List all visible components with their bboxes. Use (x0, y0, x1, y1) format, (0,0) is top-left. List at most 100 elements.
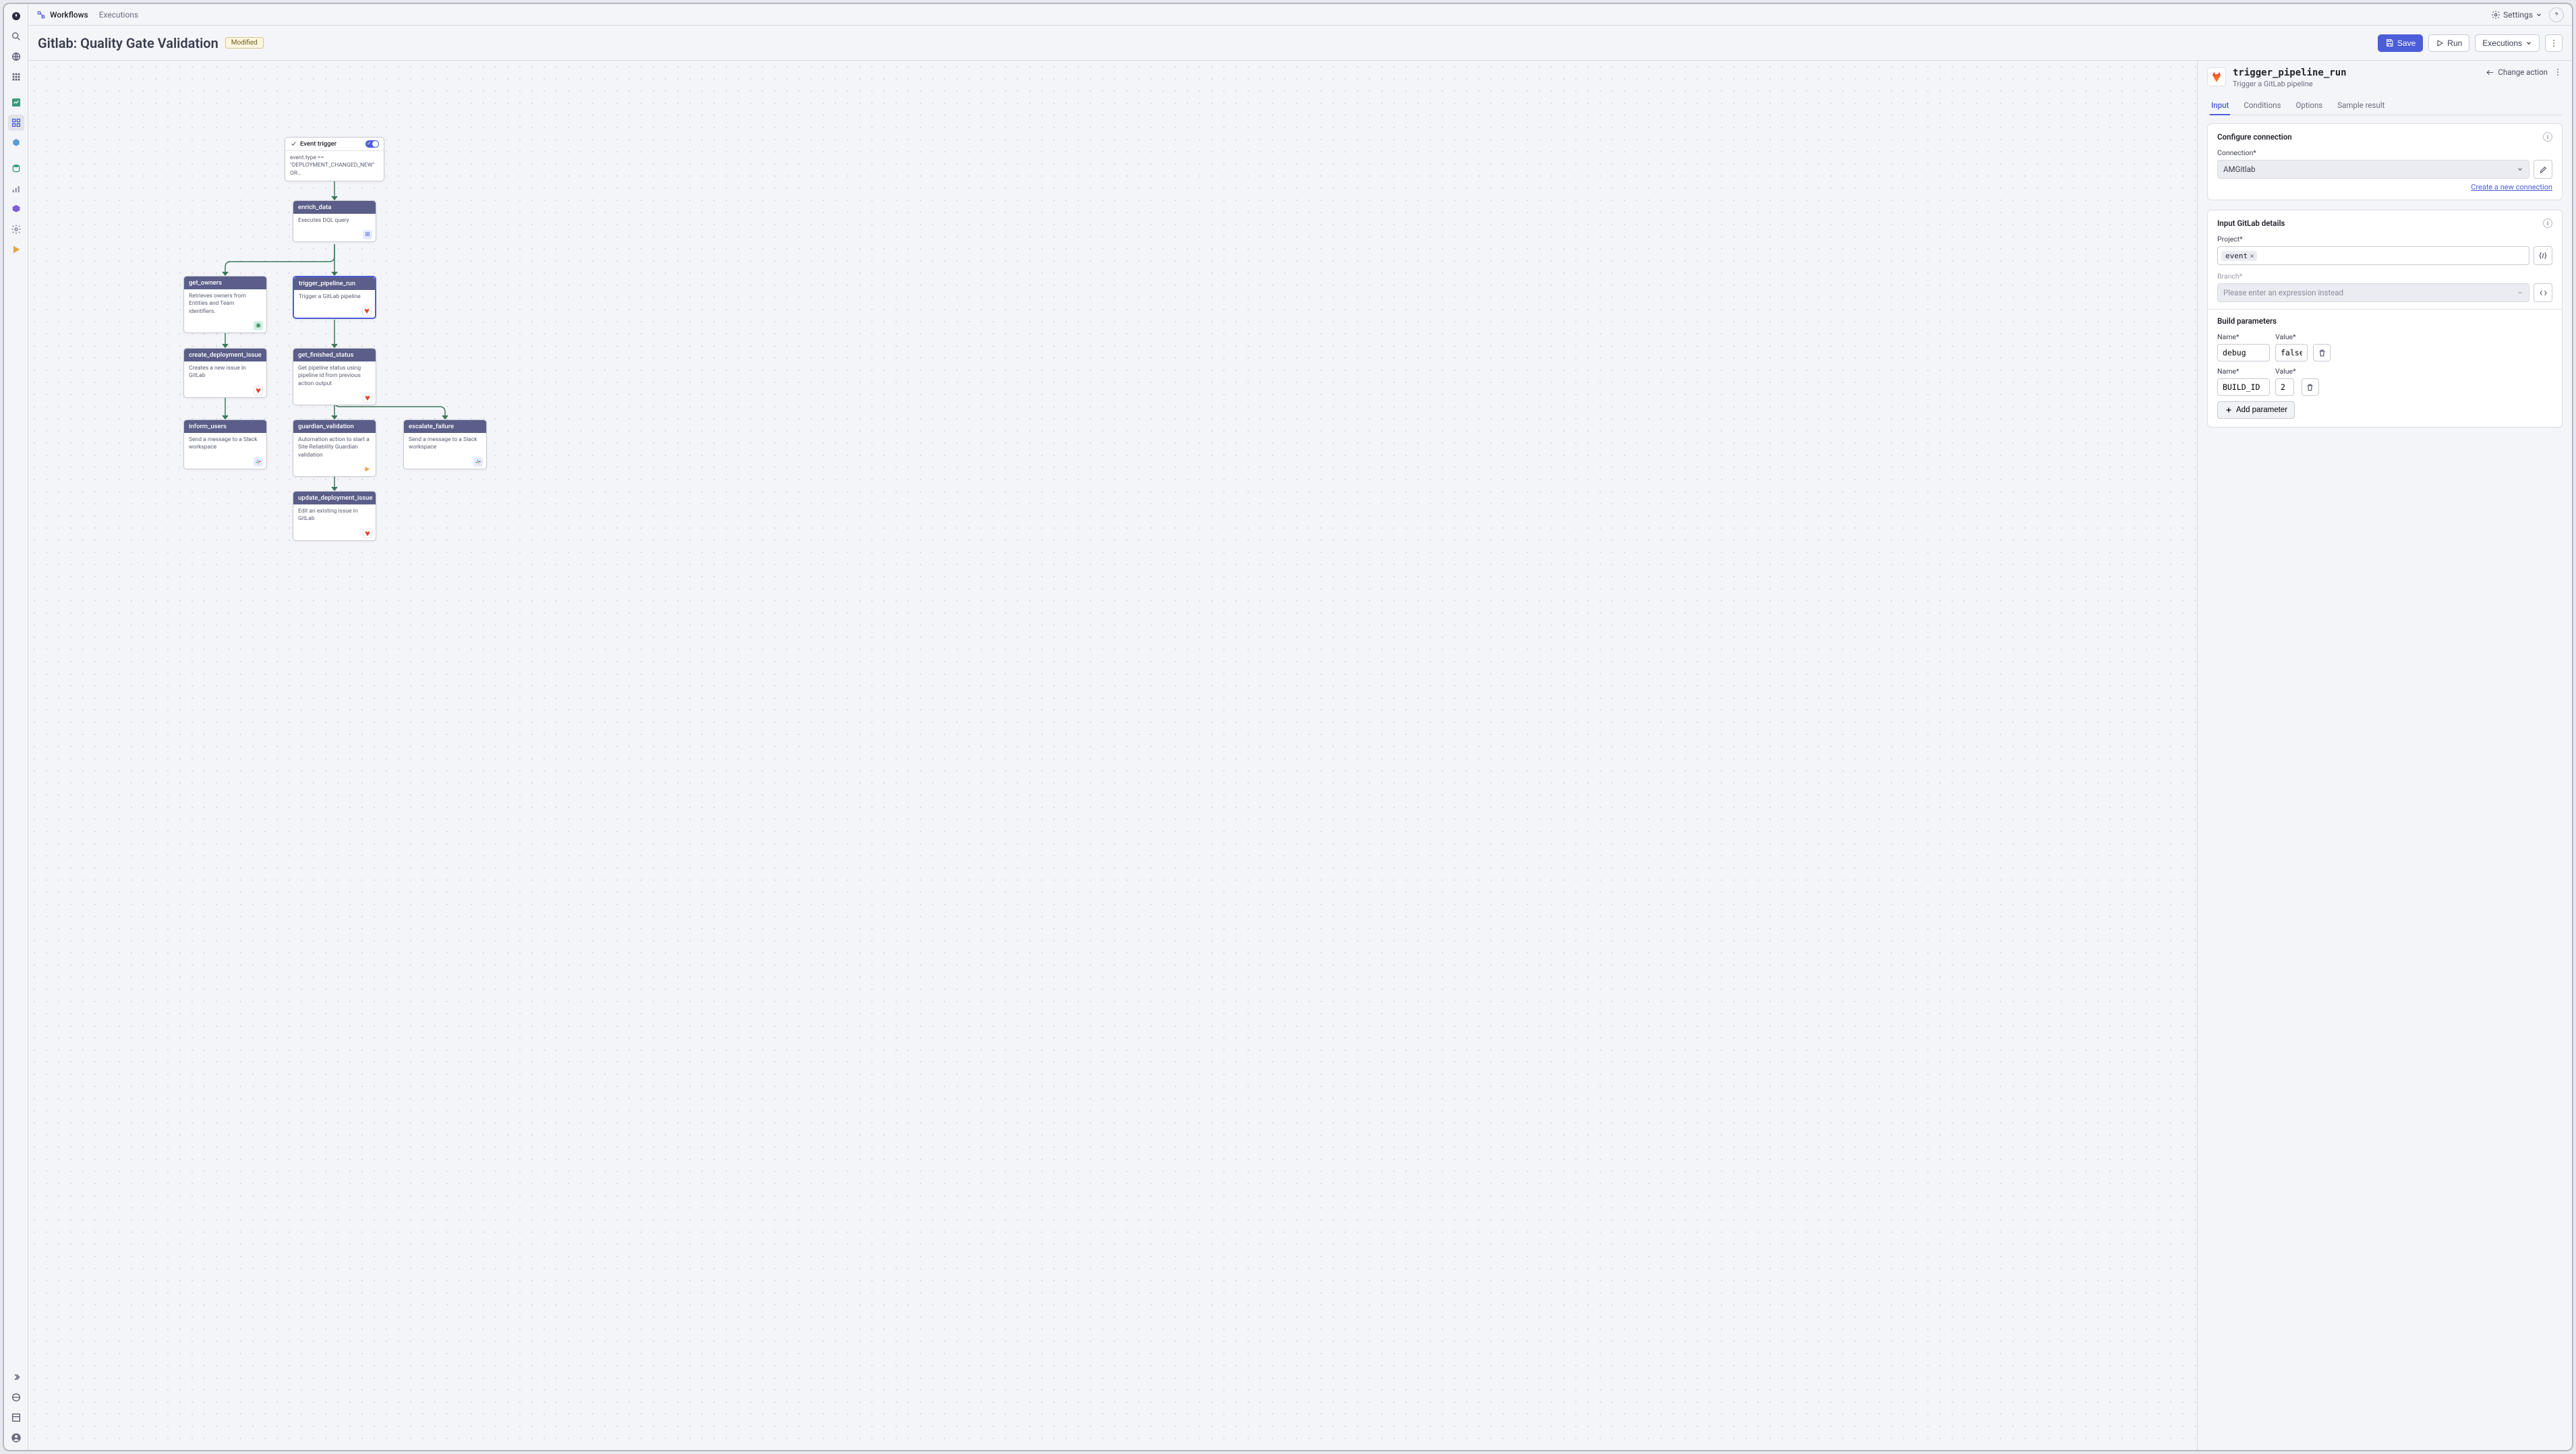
node-create-deployment-issue[interactable]: create_deployment_issue Creates a new is… (183, 348, 267, 398)
node-escalate-failure[interactable]: escalate_failure Send a message to a Sla… (403, 419, 487, 469)
param-value-input-1[interactable] (2275, 378, 2294, 396)
node-head: guardian_validation (293, 420, 376, 433)
param-name-input-0[interactable] (2217, 344, 2270, 361)
node-guardian-validation[interactable]: guardian_validation Automation action to… (293, 419, 376, 477)
param-row-1: Name* Value* (2217, 367, 2552, 396)
node-body: Send a message to a Slack workspace (404, 433, 486, 455)
tab-sample-result[interactable]: Sample result (2336, 96, 2386, 115)
modified-badge: Modified (225, 37, 264, 49)
tab-executions[interactable]: Executions (99, 10, 138, 20)
node-head: get_finished_status (293, 349, 376, 361)
node-body: Send a message to a Slack workspace (184, 433, 266, 455)
project-input[interactable]: event × (2217, 246, 2529, 265)
branch-label: Branch* (2217, 272, 2552, 281)
expand-icon[interactable] (8, 1369, 24, 1385)
node-event-trigger[interactable]: Event trigger ✓ event.type == "DEPLOYMEN… (285, 137, 384, 181)
save-button[interactable]: Save (2378, 34, 2423, 52)
node-body: Retrieves owners from Entities and Team … (184, 289, 266, 319)
workflow-canvas[interactable]: Event trigger ✓ event.type == "DEPLOYMEN… (28, 61, 2197, 1450)
node-update-deployment-issue[interactable]: update_deployment_issue Edit an existing… (293, 491, 376, 541)
settings-button[interactable]: Settings (2491, 10, 2542, 20)
trigger-toggle[interactable]: ✓ (365, 140, 379, 148)
project-label: Project* (2217, 235, 2552, 243)
configure-connection-card: Configure connection i Connection* AMGit… (2207, 123, 2563, 200)
owners-icon: ◉ (254, 321, 263, 330)
node-get-owners[interactable]: get_owners Retrieves owners from Entitie… (183, 276, 267, 333)
node-body: Edit an existing issue in GitLab (293, 504, 376, 527)
apps-icon[interactable] (8, 69, 24, 85)
search-icon[interactable] (8, 28, 24, 45)
create-connection-link[interactable]: Create a new connection (2217, 183, 2552, 192)
delete-param-button-0[interactable] (2313, 344, 2331, 361)
run-button[interactable]: Run (2428, 34, 2469, 52)
tab-workflows[interactable]: Workflows (36, 10, 88, 20)
hex-icon[interactable] (8, 135, 24, 151)
details-title: trigger_pipeline_run (2233, 67, 2347, 78)
param-value-input-0[interactable] (2275, 344, 2308, 361)
node-head: trigger_pipeline_run (294, 277, 375, 290)
edit-connection-button[interactable] (2534, 160, 2552, 179)
tab-input[interactable]: Input (2210, 96, 2230, 115)
node-body: Get pipeline status using pipeline id fr… (293, 361, 376, 391)
delete-param-button-1[interactable] (2302, 378, 2319, 396)
node-inform-users[interactable]: inform_users Send a message to a Slack w… (183, 419, 267, 469)
node-head: get_owners (184, 277, 266, 289)
page-title: Gitlab: Quality Gate Validation (38, 35, 218, 51)
tab-conditions[interactable]: Conditions (2242, 96, 2282, 115)
param-name-label: Name* (2217, 332, 2270, 341)
node-enrich-data[interactable]: enrich_data Executes DQL query ⊞ (293, 200, 376, 242)
connection-select[interactable]: AMGitlab (2217, 160, 2529, 179)
remove-chip-icon[interactable]: × (2250, 252, 2254, 260)
more-menu-button[interactable] (2545, 34, 2563, 52)
details-more-button[interactable] (2553, 67, 2563, 77)
world-icon[interactable] (8, 1389, 24, 1405)
card-title: Configure connection (2217, 132, 2292, 142)
node-head: escalate_failure (404, 420, 486, 433)
gitlab-icon (363, 529, 372, 538)
branch-expression-button[interactable] (2534, 283, 2552, 302)
workflow-edges (28, 61, 2197, 1450)
info-icon[interactable]: i (2543, 219, 2552, 228)
gitlab-app-icon (2207, 67, 2226, 86)
details-tabs: Input Conditions Options Sample result (2207, 96, 2563, 115)
gear-icon[interactable] (8, 221, 24, 237)
gitlab-icon (363, 393, 372, 403)
param-name-label: Name* (2217, 367, 2270, 376)
database-icon[interactable] (8, 161, 24, 177)
card-title: Input GitLab details (2217, 219, 2285, 228)
node-body: Creates a new issue in GitLab (184, 361, 266, 384)
gitlab-icon (362, 306, 372, 316)
guardian-icon: ▶ (363, 465, 372, 474)
node-body: Automation action to start a Site Reliab… (293, 433, 376, 463)
param-name-input-1[interactable] (2217, 378, 2270, 396)
play-icon[interactable] (8, 241, 24, 258)
tab-options[interactable]: Options (2294, 96, 2324, 115)
workflows-nav-icon[interactable] (8, 115, 24, 131)
chart-icon[interactable] (8, 94, 24, 111)
node-head: create_deployment_issue (184, 349, 266, 361)
cube-icon[interactable] (8, 201, 24, 217)
compass-icon[interactable] (8, 8, 24, 24)
info-icon[interactable]: i (2543, 132, 2552, 142)
left-sidebar (4, 4, 28, 1450)
node-body: event.type == "DEPLOYMENT_CHANGED_NEW" O… (285, 151, 384, 181)
change-action-button[interactable]: Change action (2486, 67, 2548, 77)
bars-icon[interactable] (8, 181, 24, 197)
help-icon[interactable] (2549, 7, 2564, 22)
node-head: inform_users (184, 420, 266, 433)
globe-icon[interactable] (8, 49, 24, 65)
slack-icon (254, 457, 263, 467)
executions-dropdown[interactable]: Executions (2475, 34, 2540, 52)
node-trigger-pipeline-run[interactable]: trigger_pipeline_run Trigger a GitLab pi… (293, 276, 376, 319)
add-parameter-button[interactable]: Add parameter (2217, 401, 2295, 419)
avatar-icon[interactable] (8, 1430, 24, 1446)
node-get-finished-status[interactable]: get_finished_status Get pipeline status … (293, 348, 376, 405)
input-gitlab-card: Input GitLab details i Project* event × (2207, 210, 2563, 428)
branch-select[interactable]: Please enter an expression instead (2217, 283, 2529, 302)
node-body: Trigger a GitLab pipeline (294, 290, 375, 304)
dashboard-icon[interactable] (8, 1409, 24, 1426)
details-subtitle: Trigger a GitLab pipeline (2233, 80, 2347, 88)
node-head: Event trigger ✓ (285, 138, 384, 151)
project-expression-button[interactable] (2534, 246, 2552, 265)
gitlab-icon (254, 386, 263, 395)
